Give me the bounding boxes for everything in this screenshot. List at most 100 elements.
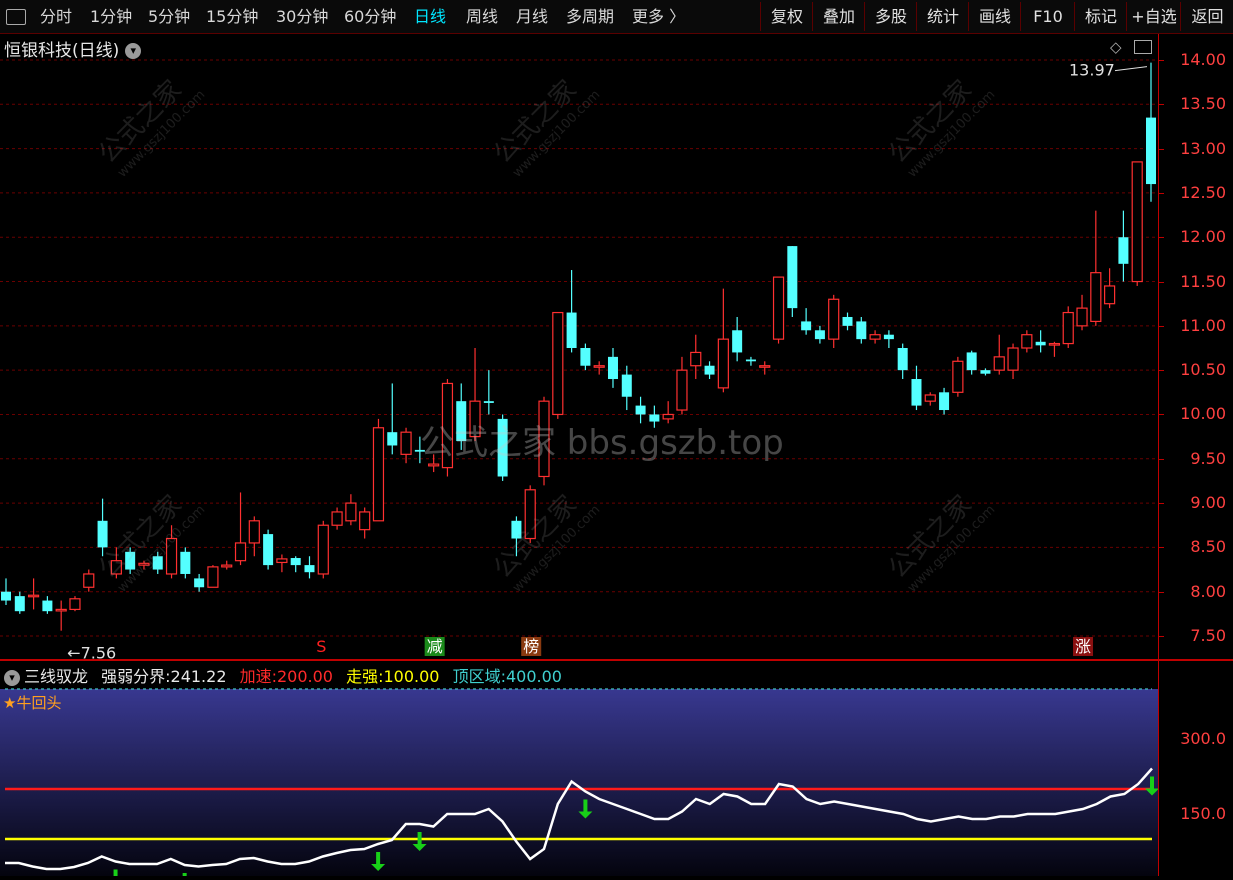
candle-body bbox=[97, 520, 108, 548]
candle-body bbox=[732, 330, 743, 353]
indicator-tick: 150.0 bbox=[1180, 804, 1226, 823]
candle-body bbox=[566, 312, 577, 348]
candle-body bbox=[428, 463, 440, 467]
indicator-pane[interactable] bbox=[0, 661, 1159, 880]
period-tab[interactable]: 多周期 bbox=[566, 0, 614, 33]
candle-body bbox=[993, 356, 1005, 371]
toolbar-button[interactable]: 统计 bbox=[916, 2, 969, 31]
price-tick: 10.50 bbox=[1180, 360, 1226, 380]
toolbar-button[interactable]: 标记 bbox=[1074, 2, 1127, 31]
candle-body bbox=[304, 565, 315, 573]
candle-body bbox=[717, 338, 729, 389]
period-toolbar: 分时 1分钟 5分钟 15分钟 30分钟 60分钟 日线 周线 月线 多周期 更多 〉 复权 叠加 多股… bbox=[0, 0, 1233, 34]
toolbar-menu-icon[interactable] bbox=[6, 9, 26, 25]
candle-body bbox=[828, 298, 840, 340]
candle-body bbox=[1090, 272, 1102, 323]
panel-toggle-icon[interactable] bbox=[1134, 40, 1152, 54]
price-tick-mark bbox=[1159, 60, 1164, 61]
price-tick-mark bbox=[1159, 370, 1164, 372]
candle-body bbox=[607, 356, 618, 380]
candle-body bbox=[939, 392, 950, 411]
candle-body bbox=[966, 352, 977, 371]
candle-body bbox=[1021, 334, 1033, 349]
signal-legend: ★牛回头 bbox=[3, 694, 62, 712]
indicator-header: ▾ 三线驭龙 强弱分界:241.22 加速:200.00 走强:100.00 顶区… bbox=[4, 663, 570, 687]
toolbar-button[interactable]: 复权 bbox=[760, 2, 813, 31]
period-tab[interactable]: 5分钟 bbox=[148, 0, 190, 33]
candle-body bbox=[524, 489, 536, 540]
price-tick: 11.00 bbox=[1180, 315, 1226, 335]
candle-body bbox=[290, 558, 301, 566]
candle-body bbox=[165, 537, 178, 575]
period-tab[interactable]: 60分钟 bbox=[344, 0, 396, 33]
candle-body bbox=[1118, 237, 1129, 264]
strong-label: 走强: bbox=[346, 667, 384, 686]
period-tab[interactable]: 更多 〉 bbox=[632, 0, 685, 33]
chevron-down-icon[interactable]: ▾ bbox=[125, 43, 142, 59]
accel-value: 200.00 bbox=[277, 667, 333, 686]
strong-weak-label: 强弱分界: bbox=[101, 667, 171, 686]
toolbar-button[interactable]: 叠加 bbox=[812, 2, 865, 31]
candle-body bbox=[787, 246, 798, 309]
candle-body bbox=[152, 556, 163, 570]
candle-body bbox=[552, 311, 564, 416]
price-tick-mark bbox=[1159, 503, 1164, 505]
indicator-name[interactable]: 三线驭龙 bbox=[24, 667, 88, 686]
candle-body bbox=[194, 578, 205, 588]
toolbar-button[interactable]: 多股 bbox=[864, 2, 917, 31]
candle-body bbox=[372, 427, 385, 522]
watermark-center: 公式之家 bbs.gszb.top bbox=[420, 423, 784, 463]
price-tick: 12.50 bbox=[1180, 182, 1226, 202]
candlestick-pane[interactable]: 13.97 ←7.56 S 减 榜 涨 bbox=[0, 34, 1158, 663]
chevron-down-icon[interactable]: ▾ bbox=[4, 669, 20, 686]
period-tab[interactable]: 周线 bbox=[466, 0, 498, 33]
price-tick: 9.00 bbox=[1190, 493, 1226, 513]
toolbar-button[interactable]: 返回 bbox=[1180, 2, 1233, 31]
candle-body bbox=[1146, 117, 1156, 185]
candle-body bbox=[814, 330, 825, 340]
candle-body bbox=[1131, 161, 1143, 283]
candle-body bbox=[180, 551, 191, 574]
period-tab[interactable]: 日线 bbox=[414, 0, 446, 33]
candle-body bbox=[1104, 285, 1116, 305]
candle-body bbox=[69, 598, 81, 611]
stock-title-text: 恒银科技(日线) bbox=[4, 41, 120, 61]
toolbar-button[interactable]: 画线 bbox=[968, 2, 1021, 31]
signal-tag: 榜 bbox=[523, 637, 539, 656]
candle-body bbox=[263, 534, 274, 566]
candle-body bbox=[387, 432, 398, 446]
candle-body bbox=[842, 316, 853, 326]
period-tab[interactable]: 15分钟 bbox=[206, 0, 258, 33]
candle-body bbox=[690, 351, 702, 367]
candle-body bbox=[359, 511, 371, 531]
price-tick: 8.00 bbox=[1190, 581, 1226, 601]
candle-body bbox=[1048, 342, 1061, 346]
price-tick: 10.00 bbox=[1180, 404, 1226, 424]
candle-body bbox=[1076, 307, 1088, 327]
candle-body bbox=[483, 401, 494, 403]
period-tab[interactable]: 分时 bbox=[40, 0, 72, 33]
candle-body bbox=[772, 276, 785, 340]
candle-body bbox=[345, 502, 357, 522]
candle-body bbox=[897, 348, 908, 371]
candle-body bbox=[980, 370, 991, 374]
period-tab[interactable]: 1分钟 bbox=[90, 0, 132, 33]
candle-body bbox=[110, 560, 122, 575]
candle-body bbox=[125, 551, 136, 570]
indicator-chart bbox=[0, 688, 1159, 880]
candle-body bbox=[331, 511, 343, 526]
stock-title[interactable]: 恒银科技(日线) ▾ bbox=[4, 36, 142, 61]
price-tick-mark bbox=[1159, 325, 1164, 327]
period-tab[interactable]: 月线 bbox=[516, 0, 548, 33]
candle-body bbox=[1062, 311, 1074, 345]
toolbar-button[interactable]: F10 bbox=[1020, 2, 1075, 31]
diamond-icon[interactable]: ◇ bbox=[1110, 38, 1122, 56]
price-tick: 14.00 bbox=[1180, 50, 1226, 69]
candle-body bbox=[924, 394, 936, 402]
candle-body bbox=[276, 558, 288, 564]
price-tick: 13.50 bbox=[1180, 94, 1226, 114]
price-tick: 8.50 bbox=[1190, 537, 1226, 557]
toolbar-button[interactable]: +自选 bbox=[1126, 2, 1181, 31]
price-tick-mark bbox=[1159, 547, 1164, 549]
period-tab[interactable]: 30分钟 bbox=[276, 0, 328, 33]
